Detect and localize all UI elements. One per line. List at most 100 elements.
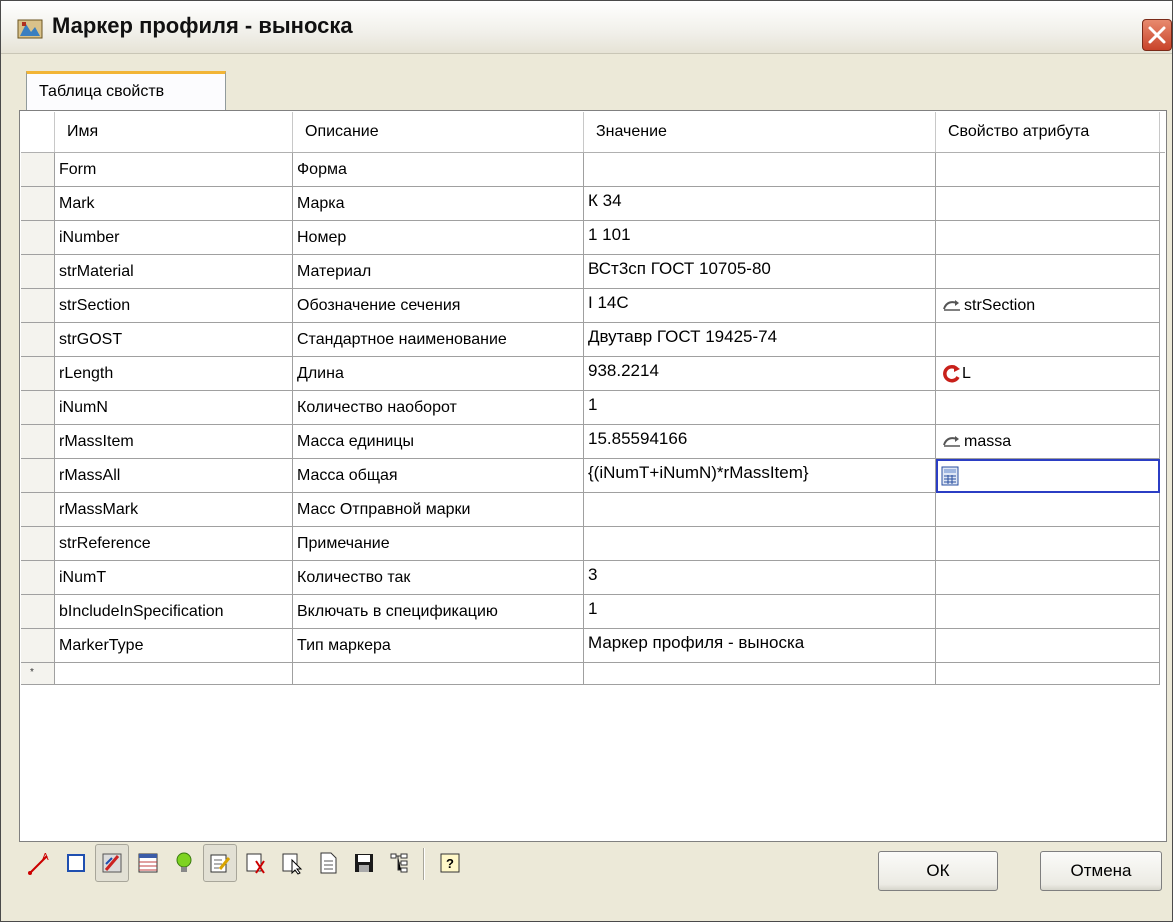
row-header[interactable]	[21, 595, 55, 629]
row-header[interactable]	[21, 323, 55, 357]
cell-name[interactable]: strSection	[55, 289, 293, 323]
row-header[interactable]	[21, 153, 55, 187]
tab-properties-table[interactable]: Таблица свойств	[26, 71, 226, 111]
column-header-value[interactable]: Значение	[584, 112, 936, 152]
table-row[interactable]: Form Форма	[21, 153, 1165, 187]
cell-attribute[interactable]	[936, 459, 1160, 493]
row-header[interactable]	[21, 289, 55, 323]
cell-attribute[interactable]	[936, 255, 1160, 289]
cell-value[interactable]: {(iNumT+iNumN)*rMassItem}	[584, 459, 936, 493]
cell-attribute[interactable]	[936, 493, 1160, 527]
close-button[interactable]	[1142, 19, 1172, 51]
row-header[interactable]	[21, 357, 55, 391]
cell-description[interactable]: Включать в спецификацию	[293, 595, 584, 629]
cell-value[interactable]	[584, 153, 936, 187]
table-row[interactable]: strGOST Стандартное наименование Двутавр Г…	[21, 323, 1165, 357]
document-icon[interactable]	[311, 844, 345, 882]
lightbulb-icon[interactable]	[167, 844, 201, 882]
row-header[interactable]	[21, 255, 55, 289]
column-header-description[interactable]: Описание	[293, 112, 584, 152]
cell-attribute[interactable]	[936, 153, 1160, 187]
new-row-cell[interactable]	[55, 663, 293, 685]
cell-description[interactable]: Длина	[293, 357, 584, 391]
cell-name[interactable]: Form	[55, 153, 293, 187]
table-row[interactable]: iNumber Номер 1 101	[21, 221, 1165, 255]
cell-attribute[interactable]	[936, 187, 1160, 221]
cell-value[interactable]: 3	[584, 561, 936, 595]
cell-description[interactable]: Марка	[293, 187, 584, 221]
cell-value[interactable]: Маркер профиля - выноска	[584, 629, 936, 663]
cell-value[interactable]: 1 101	[584, 221, 936, 255]
cell-value[interactable]	[584, 493, 936, 527]
tree-icon[interactable]	[383, 844, 417, 882]
cell-attribute[interactable]	[936, 561, 1160, 595]
cell-value[interactable]: 938.2214	[584, 357, 936, 391]
table-row[interactable]: iNumN Количество наоборот 1	[21, 391, 1165, 425]
table-icon[interactable]	[131, 844, 165, 882]
cell-name[interactable]: MarkerType	[55, 629, 293, 663]
cell-attribute[interactable]: L	[936, 357, 1160, 391]
cell-value[interactable]: 15.85594166	[584, 425, 936, 459]
new-row[interactable]: *	[21, 663, 1165, 685]
table-row[interactable]: strMaterial Материал ВСт3сп ГОСТ 10705-80	[21, 255, 1165, 289]
table-row[interactable]: Mark Марка К 34	[21, 187, 1165, 221]
cell-value[interactable]	[584, 527, 936, 561]
cell-value[interactable]: К 34	[584, 187, 936, 221]
table-row[interactable]: bIncludeInSpecification Включать в специф…	[21, 595, 1165, 629]
row-header[interactable]	[21, 493, 55, 527]
new-row-cell[interactable]	[584, 663, 936, 685]
table-row[interactable]: iNumT Количество так 3	[21, 561, 1165, 595]
ok-button[interactable]: ОК	[878, 851, 998, 891]
cell-value[interactable]: I 14С	[584, 289, 936, 323]
cell-description[interactable]: Материал	[293, 255, 584, 289]
table-row[interactable]: rMassItem Масса единицы 15.85594166 massa	[21, 425, 1165, 459]
cell-value[interactable]: ВСт3сп ГОСТ 10705-80	[584, 255, 936, 289]
cell-description[interactable]: Форма	[293, 153, 584, 187]
new-row-cell[interactable]	[293, 663, 584, 685]
properties-grid[interactable]: Имя Описание Значение Свойство атрибута …	[19, 110, 1167, 842]
cell-name[interactable]: Mark	[55, 187, 293, 221]
column-header-attribute[interactable]: Свойство атрибута	[936, 112, 1160, 152]
line-icon[interactable]: A	[23, 844, 57, 882]
cell-attribute[interactable]	[936, 527, 1160, 561]
cell-name[interactable]: rLength	[55, 357, 293, 391]
cell-description[interactable]: Стандартное наименование	[293, 323, 584, 357]
cell-name[interactable]: bIncludeInSpecification	[55, 595, 293, 629]
cell-description[interactable]: Номер	[293, 221, 584, 255]
cell-name[interactable]: strReference	[55, 527, 293, 561]
row-header[interactable]	[21, 561, 55, 595]
cancel-button[interactable]: Отмена	[1040, 851, 1162, 891]
table-row[interactable]: strReference Примечание	[21, 527, 1165, 561]
cell-value[interactable]: 1	[584, 391, 936, 425]
cell-name[interactable]: strGOST	[55, 323, 293, 357]
cell-value[interactable]: 1	[584, 595, 936, 629]
cell-name[interactable]: rMassItem	[55, 425, 293, 459]
table-row[interactable]: strSection Обозначение сечения I 14С strSec…	[21, 289, 1165, 323]
table-row[interactable]: MarkerType Тип маркера Маркер профиля - вы…	[21, 629, 1165, 663]
title-bar[interactable]: Маркер профиля - выноска	[1, 1, 1172, 54]
column-header-name[interactable]: Имя	[55, 112, 293, 152]
cell-name[interactable]: iNumN	[55, 391, 293, 425]
edit-icon[interactable]	[203, 844, 237, 882]
cell-value[interactable]: Двутавр ГОСТ 19425-74	[584, 323, 936, 357]
pointer-icon[interactable]	[275, 844, 309, 882]
cell-description[interactable]: Масс Отправной марки	[293, 493, 584, 527]
rectangle-icon[interactable]	[59, 844, 93, 882]
help-icon[interactable]: ?	[433, 844, 467, 882]
cell-attribute[interactable]	[936, 221, 1160, 255]
cell-description[interactable]: Масса единицы	[293, 425, 584, 459]
cell-name[interactable]: rMassMark	[55, 493, 293, 527]
cell-description[interactable]: Тип маркера	[293, 629, 584, 663]
table-row[interactable]: rMassAll Масса общая {(iNumT+iNumN)*rMassI…	[21, 459, 1165, 493]
row-header[interactable]	[21, 391, 55, 425]
cell-description[interactable]: Примечание	[293, 527, 584, 561]
select-icon[interactable]	[239, 844, 273, 882]
row-header[interactable]	[21, 425, 55, 459]
cell-attribute[interactable]: massa	[936, 425, 1160, 459]
save-icon[interactable]	[347, 844, 381, 882]
new-row-cell[interactable]	[936, 663, 1160, 685]
cell-description[interactable]: Количество так	[293, 561, 584, 595]
row-header[interactable]	[21, 459, 55, 493]
cell-attribute[interactable]: strSection	[936, 289, 1160, 323]
table-row[interactable]: rMassMark Масс Отправной марки	[21, 493, 1165, 527]
